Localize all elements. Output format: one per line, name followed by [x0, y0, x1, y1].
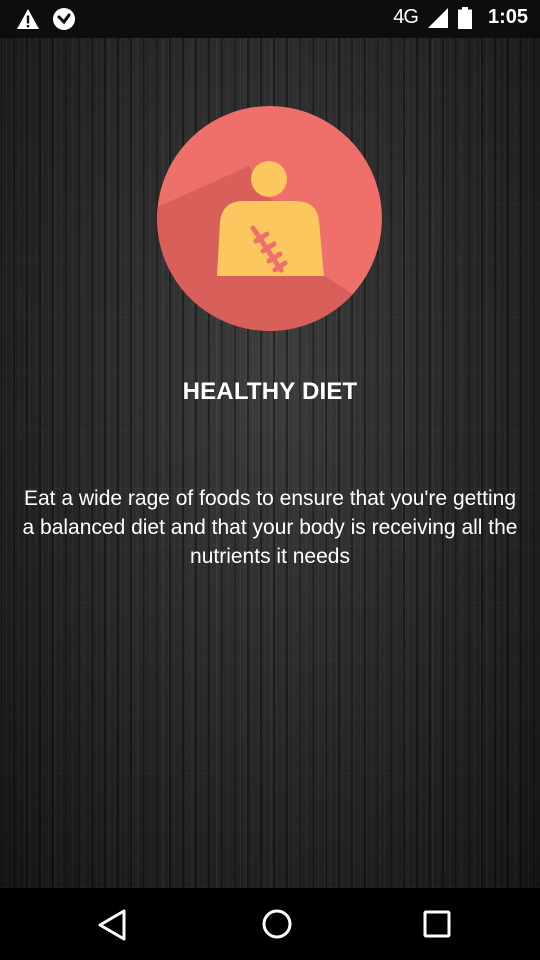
home-icon [262, 909, 292, 939]
clock: 1:05 [487, 6, 528, 28]
slide-title: HEALTHY DIET [182, 378, 358, 405]
slide-description: Eat a wide rage of foods to ensure that … [22, 487, 518, 568]
recents-button[interactable] [421, 908, 453, 940]
healthy-diet-illustration [157, 106, 382, 331]
signal-icon [427, 7, 448, 28]
battery-icon [457, 6, 472, 29]
recents-icon [423, 910, 451, 938]
back-icon [98, 909, 126, 941]
onboarding-slide: HEALTHY DIET Eat a wide rage of foods to… [0, 38, 540, 888]
back-button[interactable] [96, 908, 128, 941]
warning-icon [17, 9, 39, 29]
navigation-bar [0, 888, 540, 960]
status-bar: 4G 1:05 [0, 0, 540, 38]
network-type-label: 4G [393, 6, 419, 28]
person-with-stitches-icon [157, 106, 382, 331]
home-button[interactable] [261, 908, 293, 940]
data-saver-icon [53, 8, 75, 30]
